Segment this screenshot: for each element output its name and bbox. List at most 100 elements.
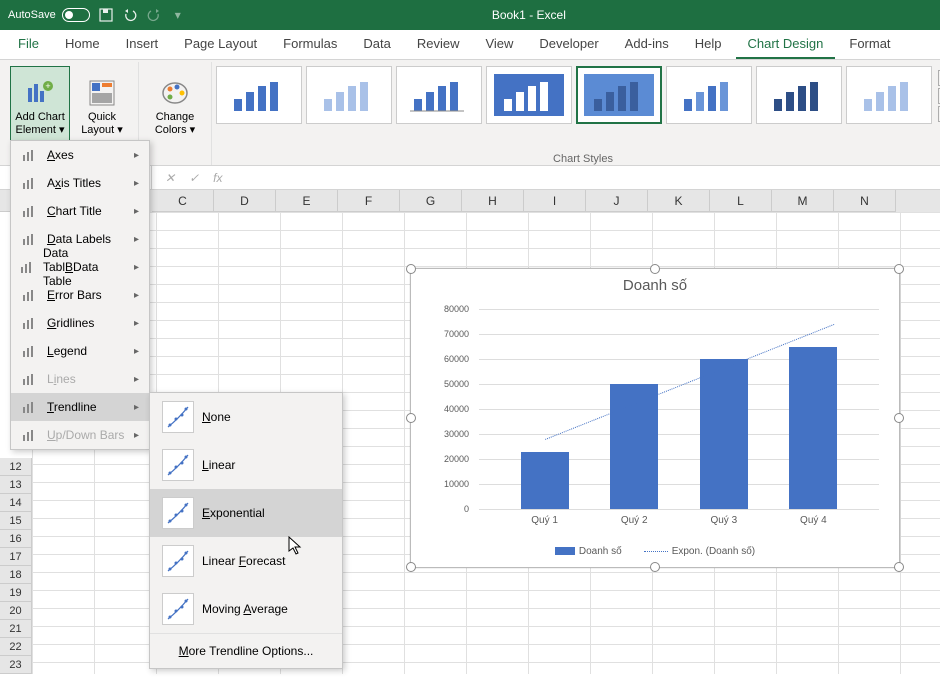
column-header[interactable]: N (834, 190, 896, 212)
row-header[interactable]: 17 (0, 548, 32, 566)
save-icon[interactable] (98, 7, 114, 23)
dropdown-item-label: Data TablBData Table (43, 246, 126, 288)
chart-resize-handle[interactable] (894, 562, 904, 572)
dropdown-item-axes[interactable]: Axes▸ (11, 141, 149, 169)
chart-ytick: 30000 (419, 429, 469, 439)
chart-bar[interactable] (789, 347, 837, 510)
row-header[interactable]: 22 (0, 638, 32, 656)
undo-icon[interactable] (122, 7, 138, 23)
chart-plot-area[interactable]: 0100002000030000400005000060000700008000… (479, 309, 879, 509)
row-header[interactable]: 13 (0, 476, 32, 494)
dropdown-item-label: Lines (47, 372, 76, 386)
column-header[interactable]: J (586, 190, 648, 212)
tab-chart-design[interactable]: Chart Design (736, 30, 836, 59)
chevron-right-icon: ▸ (134, 318, 139, 329)
dropdown-item-lines: Lines▸ (11, 365, 149, 393)
axis-titles-icon (19, 173, 39, 193)
tab-insert[interactable]: Insert (114, 30, 171, 59)
column-header[interactable]: M (772, 190, 834, 212)
chart-style-thumb[interactable] (216, 66, 302, 124)
chart-style-thumb[interactable] (396, 66, 482, 124)
dropdown-item-trendline[interactable]: Trendline▸ (11, 393, 149, 421)
row-header[interactable]: 19 (0, 584, 32, 602)
trendline-exponential-icon (162, 497, 194, 529)
chart-style-thumb[interactable] (486, 66, 572, 124)
chart-ytick: 10000 (419, 479, 469, 489)
tab-page-layout[interactable]: Page Layout (172, 30, 269, 59)
chart-resize-handle[interactable] (406, 562, 416, 572)
tab-format[interactable]: Format (837, 30, 902, 59)
autosave-toggle[interactable]: AutoSave (8, 8, 90, 22)
dropdown-item-axis-titles[interactable]: Axis Titles▸ (11, 169, 149, 197)
column-header[interactable]: F (338, 190, 400, 212)
chart-resize-handle[interactable] (650, 264, 660, 274)
chart-xlabel: Quý 4 (783, 515, 843, 526)
submenu-item-label: Moving Average (202, 602, 288, 616)
column-header[interactable]: C (152, 190, 214, 212)
trendline-option-linear-forecast[interactable]: Linear Forecast (150, 537, 342, 585)
column-header[interactable]: K (648, 190, 710, 212)
trendline-option-none[interactable]: None (150, 393, 342, 441)
chart-bar[interactable] (700, 359, 748, 509)
chart-style-thumb[interactable] (846, 66, 932, 124)
enter-icon[interactable]: ✓ (189, 171, 199, 185)
row-header[interactable]: 16 (0, 530, 32, 548)
tab-file[interactable]: File (6, 30, 51, 59)
column-header[interactable]: E (276, 190, 338, 212)
trendline-option-linear[interactable]: Linear (150, 441, 342, 489)
dropdown-item-legend[interactable]: Legend▸ (11, 337, 149, 365)
autosave-switch-icon[interactable] (62, 8, 90, 22)
chart-style-thumb[interactable] (306, 66, 392, 124)
legend-swatch-bar-icon (555, 547, 575, 555)
chart-ytick: 80000 (419, 304, 469, 314)
chart-legend[interactable]: Doanh số Expon. (Doanh số) (411, 546, 899, 557)
trendline-option-exponential[interactable]: Exponential (150, 489, 342, 537)
tab-formulas[interactable]: Formulas (271, 30, 349, 59)
row-header[interactable]: 20 (0, 602, 32, 620)
chart-style-thumb[interactable] (756, 66, 842, 124)
tab-home[interactable]: Home (53, 30, 112, 59)
dropdown-item-data-table[interactable]: Data TablBData Table▸ (11, 253, 149, 281)
tab-help[interactable]: Help (683, 30, 734, 59)
row-header[interactable]: 21 (0, 620, 32, 638)
fx-icon[interactable]: fx (213, 171, 222, 185)
more-trendline-options[interactable]: More Trendline Options... (150, 633, 342, 668)
column-header[interactable]: D (214, 190, 276, 212)
chart-style-thumb[interactable] (666, 66, 752, 124)
column-header[interactable]: G (400, 190, 462, 212)
trendline-option-moving-average[interactable]: Moving Average (150, 585, 342, 633)
row-header[interactable]: 23 (0, 656, 32, 674)
tab-addins[interactable]: Add-ins (613, 30, 681, 59)
tab-review[interactable]: Review (405, 30, 472, 59)
dropdown-item-gridlines[interactable]: Gridlines▸ (11, 309, 149, 337)
row-header[interactable]: 14 (0, 494, 32, 512)
change-colors-button[interactable]: Change Colors ▾ (145, 66, 205, 148)
chart-resize-handle[interactable] (406, 413, 416, 423)
dropdown-item-chart-title[interactable]: Chart Title▸ (11, 197, 149, 225)
tab-developer[interactable]: Developer (527, 30, 610, 59)
tab-data[interactable]: Data (351, 30, 402, 59)
chart-bar[interactable] (521, 452, 569, 510)
quick-layout-button[interactable]: Quick Layout ▾ (72, 66, 132, 148)
chart-resize-handle[interactable] (894, 413, 904, 423)
redo-icon[interactable] (146, 7, 162, 23)
column-header[interactable]: H (462, 190, 524, 212)
row-header[interactable]: 18 (0, 566, 32, 584)
quick-layout-icon (86, 77, 118, 109)
qat-more-icon[interactable]: ▾ (170, 7, 186, 23)
column-header[interactable]: L (710, 190, 772, 212)
dropdown-item-label: Axes (47, 148, 74, 162)
tab-view[interactable]: View (473, 30, 525, 59)
trendline-linear-forecast-icon (162, 545, 194, 577)
chart-title-icon (19, 201, 39, 221)
chart-resize-handle[interactable] (894, 264, 904, 274)
chart-style-thumb[interactable] (576, 66, 662, 124)
chart-resize-handle[interactable] (406, 264, 416, 274)
row-header[interactable]: 15 (0, 512, 32, 530)
chart-resize-handle[interactable] (650, 562, 660, 572)
row-header[interactable]: 12 (0, 458, 32, 476)
add-chart-element-button[interactable]: + Add Chart Element ▾ (10, 66, 70, 148)
column-header[interactable]: I (524, 190, 586, 212)
cancel-icon[interactable]: ✕ (165, 171, 175, 185)
chart-object[interactable]: Doanh số 0100002000030000400005000060000… (410, 268, 900, 568)
